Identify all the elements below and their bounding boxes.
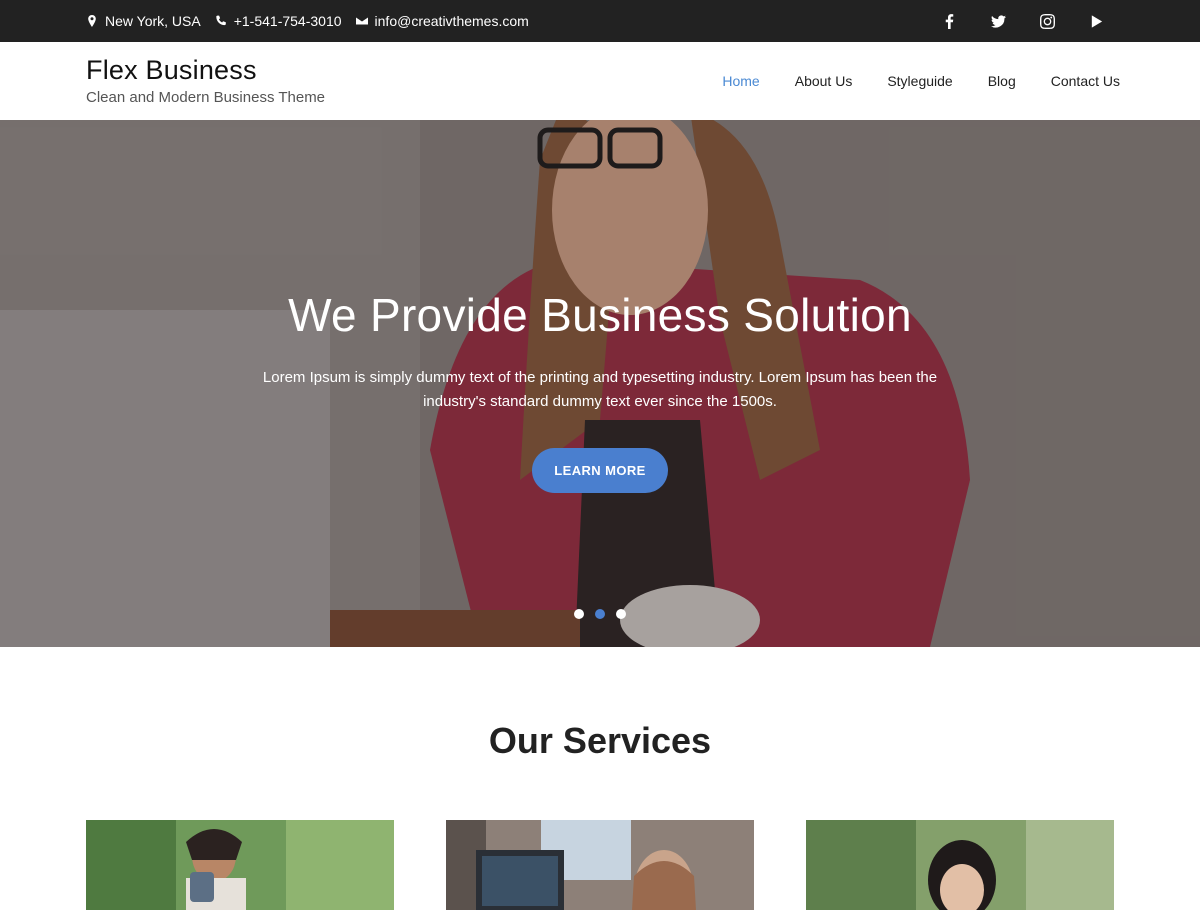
hero-content: We Provide Business Solution Lorem Ipsum… <box>0 288 1200 493</box>
social-links <box>942 13 1104 29</box>
slider-dot-2[interactable] <box>595 609 605 619</box>
top-bar: New York, USA +1-541-754-3010 info@creat… <box>0 0 1200 42</box>
nav-item-contact-us[interactable]: Contact Us <box>1051 73 1120 89</box>
hero-text: Lorem Ipsum is simply dummy text of the … <box>262 369 938 410</box>
nav-item-blog[interactable]: Blog <box>988 73 1016 89</box>
service-card-image-1[interactable] <box>86 820 394 910</box>
email-item[interactable]: info@creativthemes.com <box>355 13 529 29</box>
youtube-icon[interactable] <box>1089 14 1104 29</box>
main-nav: Home About Us Styleguide Blog Contact Us <box>722 73 1120 89</box>
slider-dot-3[interactable] <box>616 609 626 619</box>
services-cards <box>0 820 1200 910</box>
learn-more-button[interactable]: LEARN MORE <box>532 448 668 493</box>
site-tagline: Clean and Modern Business Theme <box>86 89 326 107</box>
twitter-icon[interactable] <box>991 14 1006 29</box>
nav-item-home[interactable]: Home <box>722 73 759 89</box>
services-heading: Our Services <box>488 720 712 761</box>
branding: Flex Business Clean and Modern Business … <box>86 55 326 107</box>
phone-item[interactable]: +1-541-754-3010 <box>215 13 342 29</box>
contact-info: New York, USA +1-541-754-3010 info@creat… <box>86 13 529 29</box>
hero-slider: We Provide Business Solution Lorem Ipsum… <box>0 120 1200 647</box>
nav-item-about-us[interactable]: About Us <box>795 73 853 89</box>
location-text: New York, USA <box>105 13 201 29</box>
map-marker-icon <box>88 15 96 27</box>
slider-dot-1[interactable] <box>574 609 584 619</box>
slider-dots <box>0 609 1200 619</box>
nav-item-styleguide[interactable]: Styleguide <box>887 73 952 89</box>
location-item: New York, USA <box>86 13 201 29</box>
envelope-icon <box>355 17 368 25</box>
service-card-image-3[interactable] <box>806 820 1114 910</box>
instagram-icon[interactable] <box>1040 13 1055 29</box>
services-section: Our Services <box>0 647 1200 910</box>
hero-title: We Provide Business Solution <box>288 289 912 341</box>
phone-icon <box>216 15 226 26</box>
site-header: Flex Business Clean and Modern Business … <box>0 42 1200 120</box>
phone-text[interactable]: +1-541-754-3010 <box>234 13 342 29</box>
service-card-image-2[interactable] <box>446 820 754 910</box>
site-title[interactable]: Flex Business <box>86 55 325 86</box>
email-text[interactable]: info@creativthemes.com <box>375 13 529 29</box>
facebook-icon[interactable] <box>942 13 957 29</box>
